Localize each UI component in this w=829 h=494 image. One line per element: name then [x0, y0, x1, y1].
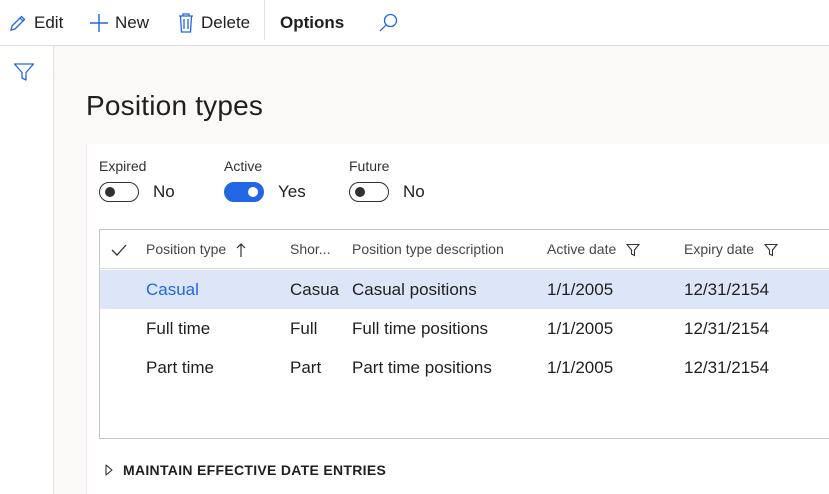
- maintain-effective-date-section[interactable]: MAINTAIN EFFECTIVE DATE ENTRIES: [105, 462, 386, 478]
- active-date-cell: 1/1/2005: [547, 358, 614, 377]
- select-all-checkbox[interactable]: [111, 230, 127, 268]
- caret-right-icon: [105, 464, 113, 476]
- filter-button[interactable]: [13, 62, 35, 87]
- checkmark-icon: [111, 244, 127, 257]
- main-content: Position types Expired No Active Yes Fut…: [54, 46, 829, 494]
- expiry-date-cell: 12/31/2154: [684, 358, 770, 377]
- table-row[interactable]: Part time Part Part time positions 1/1/2…: [100, 348, 829, 387]
- expiry-date-cell: 12/31/2154: [684, 280, 770, 299]
- active-toggle[interactable]: [224, 182, 264, 202]
- column-header-short[interactable]: Shor...: [290, 230, 330, 268]
- content-card: Expired No Active Yes Future No Position…: [86, 144, 829, 494]
- delete-label: Delete: [201, 12, 251, 32]
- edit-button[interactable]: Edit: [8, 0, 63, 45]
- filter-icon: [625, 244, 641, 257]
- future-filter: Future No: [349, 158, 425, 202]
- sort-ascending-icon: [236, 243, 246, 258]
- description-cell: Casual positions: [352, 280, 477, 299]
- action-pane: Edit New Delete Options: [0, 0, 829, 46]
- short-name-cell: Casua: [290, 280, 340, 299]
- short-name-cell: Full: [290, 319, 318, 338]
- future-toggle[interactable]: [349, 182, 389, 202]
- filter-icon: [763, 244, 779, 257]
- column-label: Active date: [547, 241, 617, 257]
- search-icon: [379, 13, 398, 31]
- position-type-cell[interactable]: Full time: [146, 309, 210, 348]
- options-tab[interactable]: Options: [280, 0, 344, 45]
- column-label: Shor...: [290, 241, 331, 257]
- position-type-cell[interactable]: Casual: [146, 270, 199, 309]
- active-value: Yes: [278, 182, 306, 201]
- future-label: Future: [349, 158, 390, 174]
- grid-header: Position type Shor... Position type desc…: [100, 230, 829, 269]
- options-label: Options: [280, 12, 345, 32]
- toolbar-divider: [264, 0, 265, 40]
- pencil-icon: [10, 15, 26, 31]
- edit-label: Edit: [34, 12, 64, 32]
- future-value: No: [403, 182, 425, 201]
- active-filter: Active Yes: [224, 158, 306, 202]
- column-header-active-date[interactable]: Active date: [547, 230, 641, 268]
- new-button[interactable]: New: [89, 0, 149, 45]
- filter-icon: [13, 63, 35, 81]
- expired-label: Expired: [99, 158, 147, 174]
- column-label: Position type description: [352, 241, 504, 257]
- page-title: Position types: [86, 90, 264, 121]
- trash-icon: [179, 12, 193, 33]
- search-button[interactable]: [377, 0, 405, 45]
- delete-button[interactable]: Delete: [177, 0, 250, 45]
- new-label: New: [115, 12, 150, 32]
- active-date-cell: 1/1/2005: [547, 280, 614, 299]
- plus-icon: [90, 13, 108, 32]
- column-header-position-type[interactable]: Position type: [146, 230, 246, 268]
- position-type-cell[interactable]: Part time: [146, 348, 214, 387]
- active-label: Active: [224, 158, 263, 174]
- expired-filter: Expired No: [99, 158, 175, 202]
- section-label: MAINTAIN EFFECTIVE DATE ENTRIES: [123, 462, 387, 478]
- position-types-grid: Position type Shor... Position type desc…: [99, 229, 829, 439]
- column-header-expiry-date[interactable]: Expiry date: [684, 230, 779, 268]
- table-row[interactable]: Full time Full Full time positions 1/1/2…: [100, 309, 829, 348]
- expiry-date-cell: 12/31/2154: [684, 319, 770, 338]
- expired-toggle[interactable]: [99, 182, 139, 202]
- left-rail: [0, 46, 54, 494]
- column-label: Position type: [146, 241, 227, 257]
- active-date-cell: 1/1/2005: [547, 319, 614, 338]
- description-cell: Part time positions: [352, 358, 492, 377]
- table-row[interactable]: Casual Casua Casual positions 1/1/2005 1…: [100, 270, 829, 309]
- column-header-description[interactable]: Position type description: [352, 230, 504, 268]
- column-label: Expiry date: [684, 241, 755, 257]
- expired-value: No: [153, 182, 175, 201]
- short-name-cell: Part: [290, 358, 322, 377]
- description-cell: Full time positions: [352, 319, 489, 338]
